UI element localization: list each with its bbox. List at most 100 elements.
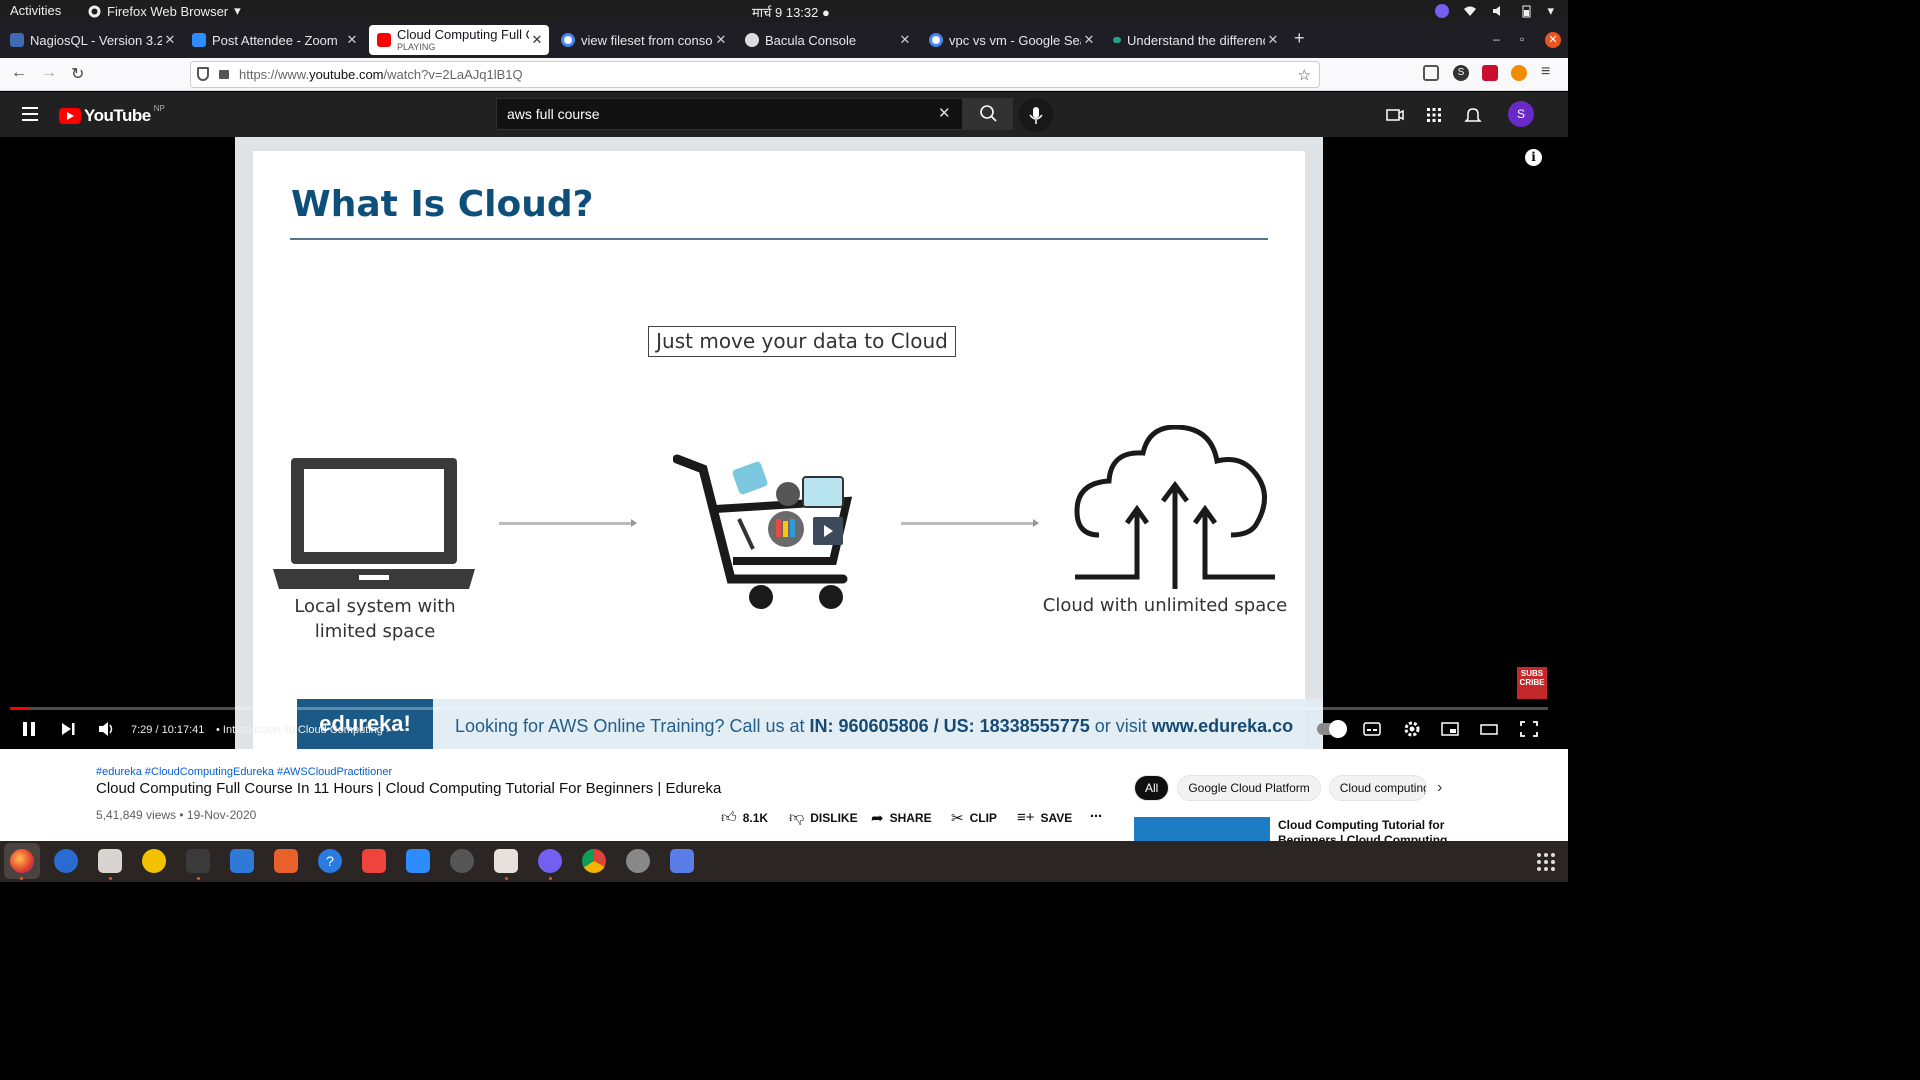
chip-all[interactable]: All bbox=[1134, 775, 1170, 801]
save-button[interactable]: ≡+ SAVE bbox=[1017, 809, 1072, 826]
tab-label: view fileset from console bbox=[581, 32, 713, 48]
close-tab-icon[interactable]: ✕ bbox=[1081, 32, 1097, 48]
restore-icon[interactable]: ▫ bbox=[1520, 32, 1524, 46]
apps-grid-icon[interactable] bbox=[1424, 105, 1444, 125]
rhythmbox-dock-icon[interactable] bbox=[142, 849, 166, 873]
app-menu[interactable]: Firefox Web Browser ▾ bbox=[88, 3, 241, 19]
subscribe-watermark[interactable]: SUBS CRIBE bbox=[1517, 667, 1547, 699]
related-chips: All Google Cloud Platform Cloud computin… bbox=[1134, 775, 1427, 801]
activities-button[interactable]: Activities bbox=[10, 3, 61, 18]
close-tab-icon[interactable]: ✕ bbox=[713, 32, 729, 48]
next-video-icon[interactable] bbox=[59, 720, 77, 738]
tab-nagiosql[interactable]: NagiosQL - Version 3.2.0 ✕ bbox=[2, 25, 182, 55]
screen-recorder-dock-icon[interactable] bbox=[670, 849, 694, 873]
software-center-dock-icon[interactable] bbox=[274, 849, 298, 873]
new-tab-icon[interactable]: + bbox=[1294, 28, 1305, 49]
tab-youtube-playing[interactable]: Cloud Computing Full Co PLAYING ✕ bbox=[369, 25, 549, 55]
firefox-dock-icon[interactable] bbox=[4, 843, 40, 879]
recommendation-thumbnail[interactable] bbox=[1134, 817, 1270, 841]
extension-orange-icon[interactable] bbox=[1511, 65, 1527, 81]
viber-tray-icon[interactable] bbox=[1435, 4, 1450, 18]
scissors-icon: ✂ bbox=[951, 810, 964, 827]
like-button[interactable]: 👍︎ 8.1K bbox=[721, 809, 768, 827]
dislike-button[interactable]: 👎︎ DISLIKE bbox=[789, 809, 858, 827]
battery-icon[interactable] bbox=[1519, 4, 1533, 18]
clock-dock-icon[interactable] bbox=[450, 849, 474, 873]
close-tab-icon[interactable]: ✕ bbox=[162, 32, 178, 48]
writer-dock-icon[interactable] bbox=[230, 849, 254, 873]
avatar[interactable]: S bbox=[1508, 101, 1534, 127]
notifications-bell-icon[interactable] bbox=[1463, 105, 1483, 125]
chip-google-cloud-platform[interactable]: Google Cloud Platform bbox=[1177, 775, 1321, 801]
seek-bar[interactable] bbox=[10, 707, 1548, 710]
tab-understand-difference[interactable]: Understand the difference ✕ bbox=[1105, 25, 1285, 55]
tab-vpc-vs-vm[interactable]: vpc vs vm - Google Search ✕ bbox=[921, 25, 1101, 55]
fullscreen-icon[interactable] bbox=[1519, 720, 1539, 738]
adblock-icon[interactable] bbox=[1482, 65, 1498, 81]
volume-icon[interactable] bbox=[97, 720, 117, 738]
desktop: Activities Firefox Web Browser ▾ मार्च 9… bbox=[0, 0, 1568, 882]
zoom-dock-icon[interactable] bbox=[406, 849, 430, 873]
back-icon[interactable]: ← bbox=[11, 64, 27, 82]
tab-view-fileset[interactable]: view fileset from console ✕ bbox=[553, 25, 733, 55]
anydesk-dock-icon[interactable] bbox=[362, 849, 386, 873]
terminal-dock-icon[interactable] bbox=[186, 849, 210, 873]
chevron-right-icon[interactable]: › bbox=[1437, 779, 1442, 797]
chapter-title[interactable]: • Introduction To Cloud Computing › bbox=[216, 724, 390, 736]
more-actions-icon[interactable]: ⋯ bbox=[1090, 809, 1102, 823]
chip-cloud-computing[interactable]: Cloud computing bbox=[1328, 775, 1427, 801]
extension-s-icon[interactable]: S bbox=[1453, 65, 1469, 81]
tab-zoom[interactable]: Post Attendee - Zoom ✕ bbox=[184, 25, 364, 55]
bookmark-star-icon[interactable]: ☆ bbox=[1298, 66, 1311, 84]
tracking-protection-icon[interactable] bbox=[197, 67, 209, 81]
thunderbird-dock-icon[interactable] bbox=[54, 849, 78, 873]
pause-icon[interactable] bbox=[20, 720, 38, 738]
video-player[interactable]: What Is Cloud? Just move your data to Cl… bbox=[0, 137, 1568, 749]
clip-button[interactable]: ✂ CLIP bbox=[951, 809, 997, 827]
window-close-icon[interactable]: ✕ bbox=[1545, 32, 1561, 48]
system-tray[interactable]: ▾ bbox=[1435, 3, 1554, 19]
screenshot-dock-icon[interactable] bbox=[494, 849, 518, 873]
share-button[interactable]: ➦ SHARE bbox=[871, 809, 932, 827]
create-video-icon[interactable] bbox=[1385, 105, 1405, 125]
theater-mode-icon[interactable] bbox=[1479, 720, 1499, 738]
lock-icon[interactable] bbox=[219, 70, 229, 79]
files-dock-icon[interactable] bbox=[98, 849, 122, 873]
help-dock-icon[interactable]: ? bbox=[318, 849, 342, 873]
miniplayer-icon[interactable] bbox=[1440, 720, 1460, 738]
viber-dock-icon[interactable] bbox=[538, 849, 562, 873]
voice-search-button[interactable] bbox=[1019, 98, 1053, 132]
volume-icon[interactable] bbox=[1491, 4, 1505, 18]
reload-icon[interactable]: ↻ bbox=[71, 64, 84, 84]
region-code: NP bbox=[153, 103, 165, 113]
power-menu-icon[interactable]: ▾ bbox=[1547, 3, 1554, 19]
zoom-icon bbox=[192, 33, 206, 47]
minimize-icon[interactable]: – bbox=[1493, 32, 1500, 46]
close-tab-icon[interactable]: ✕ bbox=[1265, 32, 1281, 48]
url-bar[interactable]: https://www. youtube.com/watch?v=2LaAJq1l… bbox=[190, 61, 1320, 88]
settings-gear-icon[interactable] bbox=[1402, 720, 1422, 738]
autoplay-toggle[interactable] bbox=[1317, 720, 1347, 738]
close-tab-icon[interactable]: ✕ bbox=[344, 32, 360, 48]
tab-bacula-console[interactable]: Bacula Console ✕ bbox=[737, 25, 917, 55]
url-domain: youtube.com bbox=[309, 67, 384, 82]
search-input[interactable]: aws full course bbox=[496, 98, 963, 130]
settings-dock-icon[interactable] bbox=[626, 849, 650, 873]
clear-search-icon[interactable]: ✕ bbox=[938, 104, 951, 122]
close-tab-icon[interactable]: ✕ bbox=[529, 32, 545, 48]
chrome-dock-icon[interactable] bbox=[582, 849, 606, 873]
recommendation-title[interactable]: Cloud Computing Tutorial for Beginners |… bbox=[1278, 818, 1478, 841]
pocket-icon[interactable] bbox=[1423, 65, 1439, 81]
hamburger-menu-icon[interactable] bbox=[22, 107, 38, 125]
wifi-icon[interactable] bbox=[1463, 4, 1477, 18]
forward-icon[interactable]: → bbox=[41, 64, 57, 82]
hashtags[interactable]: #edureka #CloudComputingEdureka #AWSClou… bbox=[96, 766, 392, 778]
youtube-logo[interactable]: YouTube NP bbox=[59, 103, 165, 126]
show-applications-icon[interactable] bbox=[1537, 853, 1555, 871]
menu-icon[interactable]: ≡ bbox=[1541, 63, 1550, 81]
clock[interactable]: मार्च 9 13:32 ● bbox=[752, 3, 830, 21]
search-button[interactable] bbox=[963, 98, 1013, 130]
info-card-icon[interactable]: i bbox=[1525, 149, 1542, 166]
subtitles-icon[interactable] bbox=[1362, 720, 1382, 738]
close-tab-icon[interactable]: ✕ bbox=[897, 32, 913, 48]
